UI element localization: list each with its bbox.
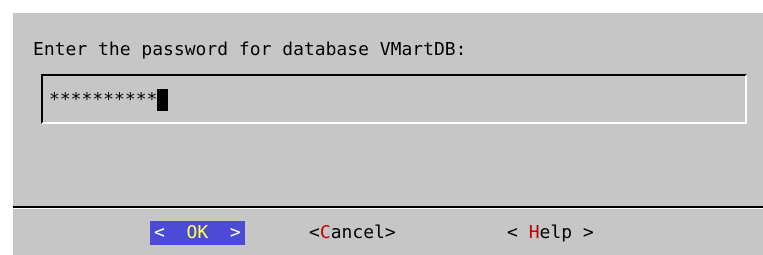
ok-button[interactable]: < OK > [150, 221, 245, 245]
text-cursor [157, 89, 169, 111]
ok-right-bracket: > [229, 222, 241, 243]
help-right-bracket: > [572, 222, 594, 243]
cancel-label: ancel [330, 222, 385, 243]
password-dialog: Enter the password for database VMartDB:… [11, 11, 763, 255]
password-prompt: Enter the password for database VMartDB: [33, 39, 467, 60]
button-bar-separator [13, 206, 763, 209]
help-button[interactable]: < Help > [507, 221, 594, 245]
cancel-hotkey: C [319, 222, 331, 243]
cancel-left-bracket: < [309, 222, 320, 243]
cancel-button[interactable]: <Cancel> [309, 221, 396, 245]
help-hotkey: H [528, 222, 540, 243]
help-label: elp [539, 222, 573, 243]
password-masked-value: ********** [49, 89, 169, 111]
password-input[interactable]: ********** [41, 74, 747, 124]
ok-label: OK [186, 222, 209, 243]
help-left-bracket: < [507, 222, 529, 243]
cancel-right-bracket: > [384, 222, 396, 243]
password-mask: ********** [49, 89, 158, 110]
ok-left-bracket: < [154, 222, 165, 243]
